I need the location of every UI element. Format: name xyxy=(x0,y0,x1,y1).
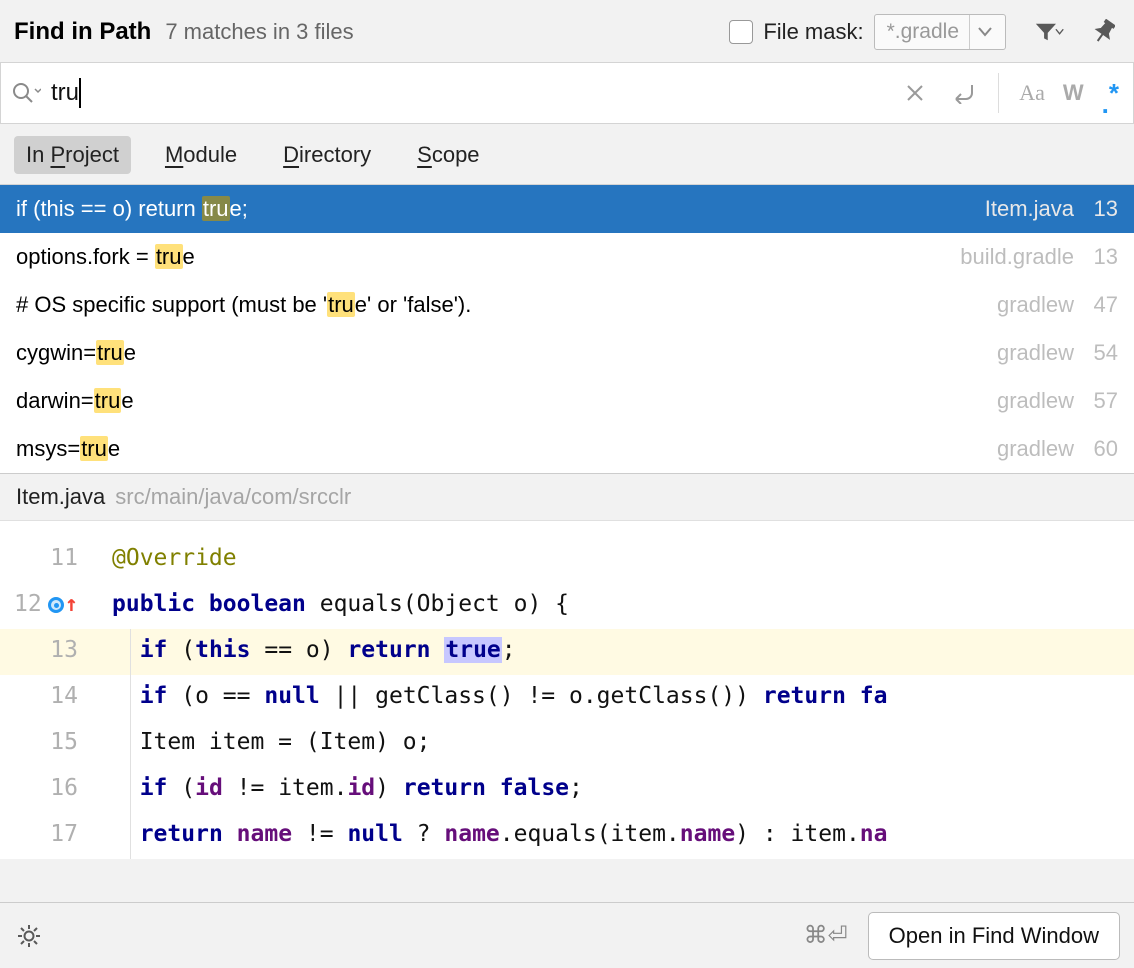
result-text: msys=true xyxy=(16,436,120,462)
search-input[interactable]: tru xyxy=(45,79,79,107)
result-file: gradlew xyxy=(997,388,1074,414)
preview-path: src/main/java/com/srcclr xyxy=(115,484,351,510)
preview-filename: Item.java xyxy=(16,484,105,510)
dialog-title: Find in Path xyxy=(14,18,151,46)
result-row[interactable]: options.fork = true build.gradle 13 xyxy=(0,233,1134,281)
result-file: build.gradle xyxy=(960,244,1074,270)
chevron-down-icon xyxy=(969,15,999,49)
result-row[interactable]: if (this == o) return true; Item.java 13 xyxy=(0,185,1134,233)
code-line: 14 if (o == null || getClass() != o.getC… xyxy=(0,675,1134,721)
code-line: 15 Item item = (Item) o; xyxy=(0,721,1134,767)
result-file: gradlew xyxy=(997,436,1074,462)
file-mask-value: *.gradle xyxy=(887,20,959,44)
result-line: 47 xyxy=(1084,292,1118,318)
result-text: darwin=true xyxy=(16,388,134,414)
code-content: String name; xyxy=(96,521,1134,535)
code-line: 16 if (id != item.id) return false; xyxy=(0,767,1134,813)
scope-tabs: In Project Module Directory Scope xyxy=(0,124,1134,185)
scope-tab-in-project[interactable]: In Project xyxy=(14,136,131,174)
search-icon[interactable] xyxy=(11,81,41,105)
result-text: cygwin=true xyxy=(16,340,136,366)
code-content: Item item = (Item) o; xyxy=(96,721,1134,767)
result-meta: build.gradle 13 xyxy=(960,244,1118,270)
footer-bar: ⌘⏎ Open in Find Window xyxy=(0,902,1134,968)
gutter: 13 xyxy=(0,629,96,675)
newline-icon[interactable] xyxy=(948,78,978,108)
code-line: 11@Override xyxy=(0,537,1134,583)
result-line: 57 xyxy=(1084,388,1118,414)
search-input-wrapper[interactable]: tru xyxy=(45,78,896,108)
result-meta: Item.java 13 xyxy=(985,196,1118,222)
filter-icon[interactable] xyxy=(1034,17,1064,47)
result-meta: gradlew 57 xyxy=(997,388,1118,414)
result-text: options.fork = true xyxy=(16,244,195,270)
settings-gear-icon[interactable] xyxy=(14,921,44,951)
result-row[interactable]: # OS specific support (must be 'true' or… xyxy=(0,281,1134,329)
pin-icon[interactable] xyxy=(1088,17,1118,47)
code-content: if (id != item.id) return false; xyxy=(96,767,1134,813)
scope-tab-scope[interactable]: Scope xyxy=(405,136,491,174)
code-content: if (this == o) return true; xyxy=(96,629,1134,675)
match-summary: 7 matches in 3 files xyxy=(165,19,353,45)
result-text: # OS specific support (must be 'true' or… xyxy=(16,292,471,318)
result-line: 60 xyxy=(1084,436,1118,462)
regex-toggle[interactable]: . * xyxy=(1102,78,1119,109)
code-line: 17 return name != null ? name.equals(ite… xyxy=(0,813,1134,859)
gutter xyxy=(0,521,96,537)
file-mask-group: File mask: *.gradle xyxy=(729,14,1006,50)
file-mask-checkbox[interactable] xyxy=(729,20,753,44)
regex-dot-icon: . xyxy=(1102,101,1109,109)
gutter: 14 xyxy=(0,675,96,721)
code-line: 13 if (this == o) return true; xyxy=(0,629,1134,675)
result-meta: gradlew 47 xyxy=(997,292,1118,318)
result-line: 13 xyxy=(1084,196,1118,222)
regex-star-icon: * xyxy=(1109,78,1119,109)
result-row[interactable]: darwin=true gradlew 57 xyxy=(0,377,1134,425)
words-toggle[interactable]: W xyxy=(1063,80,1084,106)
override-icon[interactable]: ↑ xyxy=(48,594,78,616)
gutter: 17 xyxy=(0,813,96,859)
editor-preview[interactable]: String name;11@Override12↑public boolean… xyxy=(0,521,1134,859)
result-meta: gradlew 54 xyxy=(997,340,1118,366)
code-content: return name != null ? name.equals(item.n… xyxy=(96,813,1134,859)
result-meta: gradlew 60 xyxy=(997,436,1118,462)
gutter: 11 xyxy=(0,537,96,583)
scope-tab-directory[interactable]: Directory xyxy=(271,136,383,174)
result-text: if (this == o) return true; xyxy=(16,196,248,222)
code-line: 12↑public boolean equals(Object o) { xyxy=(0,583,1134,629)
code-line: String name; xyxy=(0,521,1134,537)
file-mask-select[interactable]: *.gradle xyxy=(874,14,1006,50)
scope-tab-module[interactable]: Module xyxy=(153,136,249,174)
separator xyxy=(998,73,999,113)
clear-search-icon[interactable] xyxy=(900,78,930,108)
preview-header: Item.java src/main/java/com/srcclr xyxy=(0,473,1134,521)
text-cursor xyxy=(79,78,81,108)
result-row[interactable]: msys=true gradlew 60 xyxy=(0,425,1134,473)
gutter: 12↑ xyxy=(0,583,96,629)
result-file: gradlew xyxy=(997,340,1074,366)
code-content: @Override xyxy=(96,537,1134,583)
result-row[interactable]: cygwin=true gradlew 54 xyxy=(0,329,1134,377)
search-bar: tru Aa W . * xyxy=(0,62,1134,124)
header-bar: Find in Path 7 matches in 3 files File m… xyxy=(0,0,1134,62)
match-case-toggle[interactable]: Aa xyxy=(1019,80,1045,106)
code-content: if (o == null || getClass() != o.getClas… xyxy=(96,675,1134,721)
code-content: public boolean equals(Object o) { xyxy=(96,583,1134,629)
open-in-find-window-button[interactable]: Open in Find Window xyxy=(868,912,1120,960)
results-list: if (this == o) return true;Item.java13op… xyxy=(0,185,1134,473)
result-line: 13 xyxy=(1084,244,1118,270)
result-file: Item.java xyxy=(985,196,1074,222)
gutter: 16 xyxy=(0,767,96,813)
file-mask-label: File mask: xyxy=(763,19,863,45)
result-file: gradlew xyxy=(997,292,1074,318)
keyboard-shortcut: ⌘⏎ xyxy=(804,921,848,950)
gutter: 15 xyxy=(0,721,96,767)
result-line: 54 xyxy=(1084,340,1118,366)
